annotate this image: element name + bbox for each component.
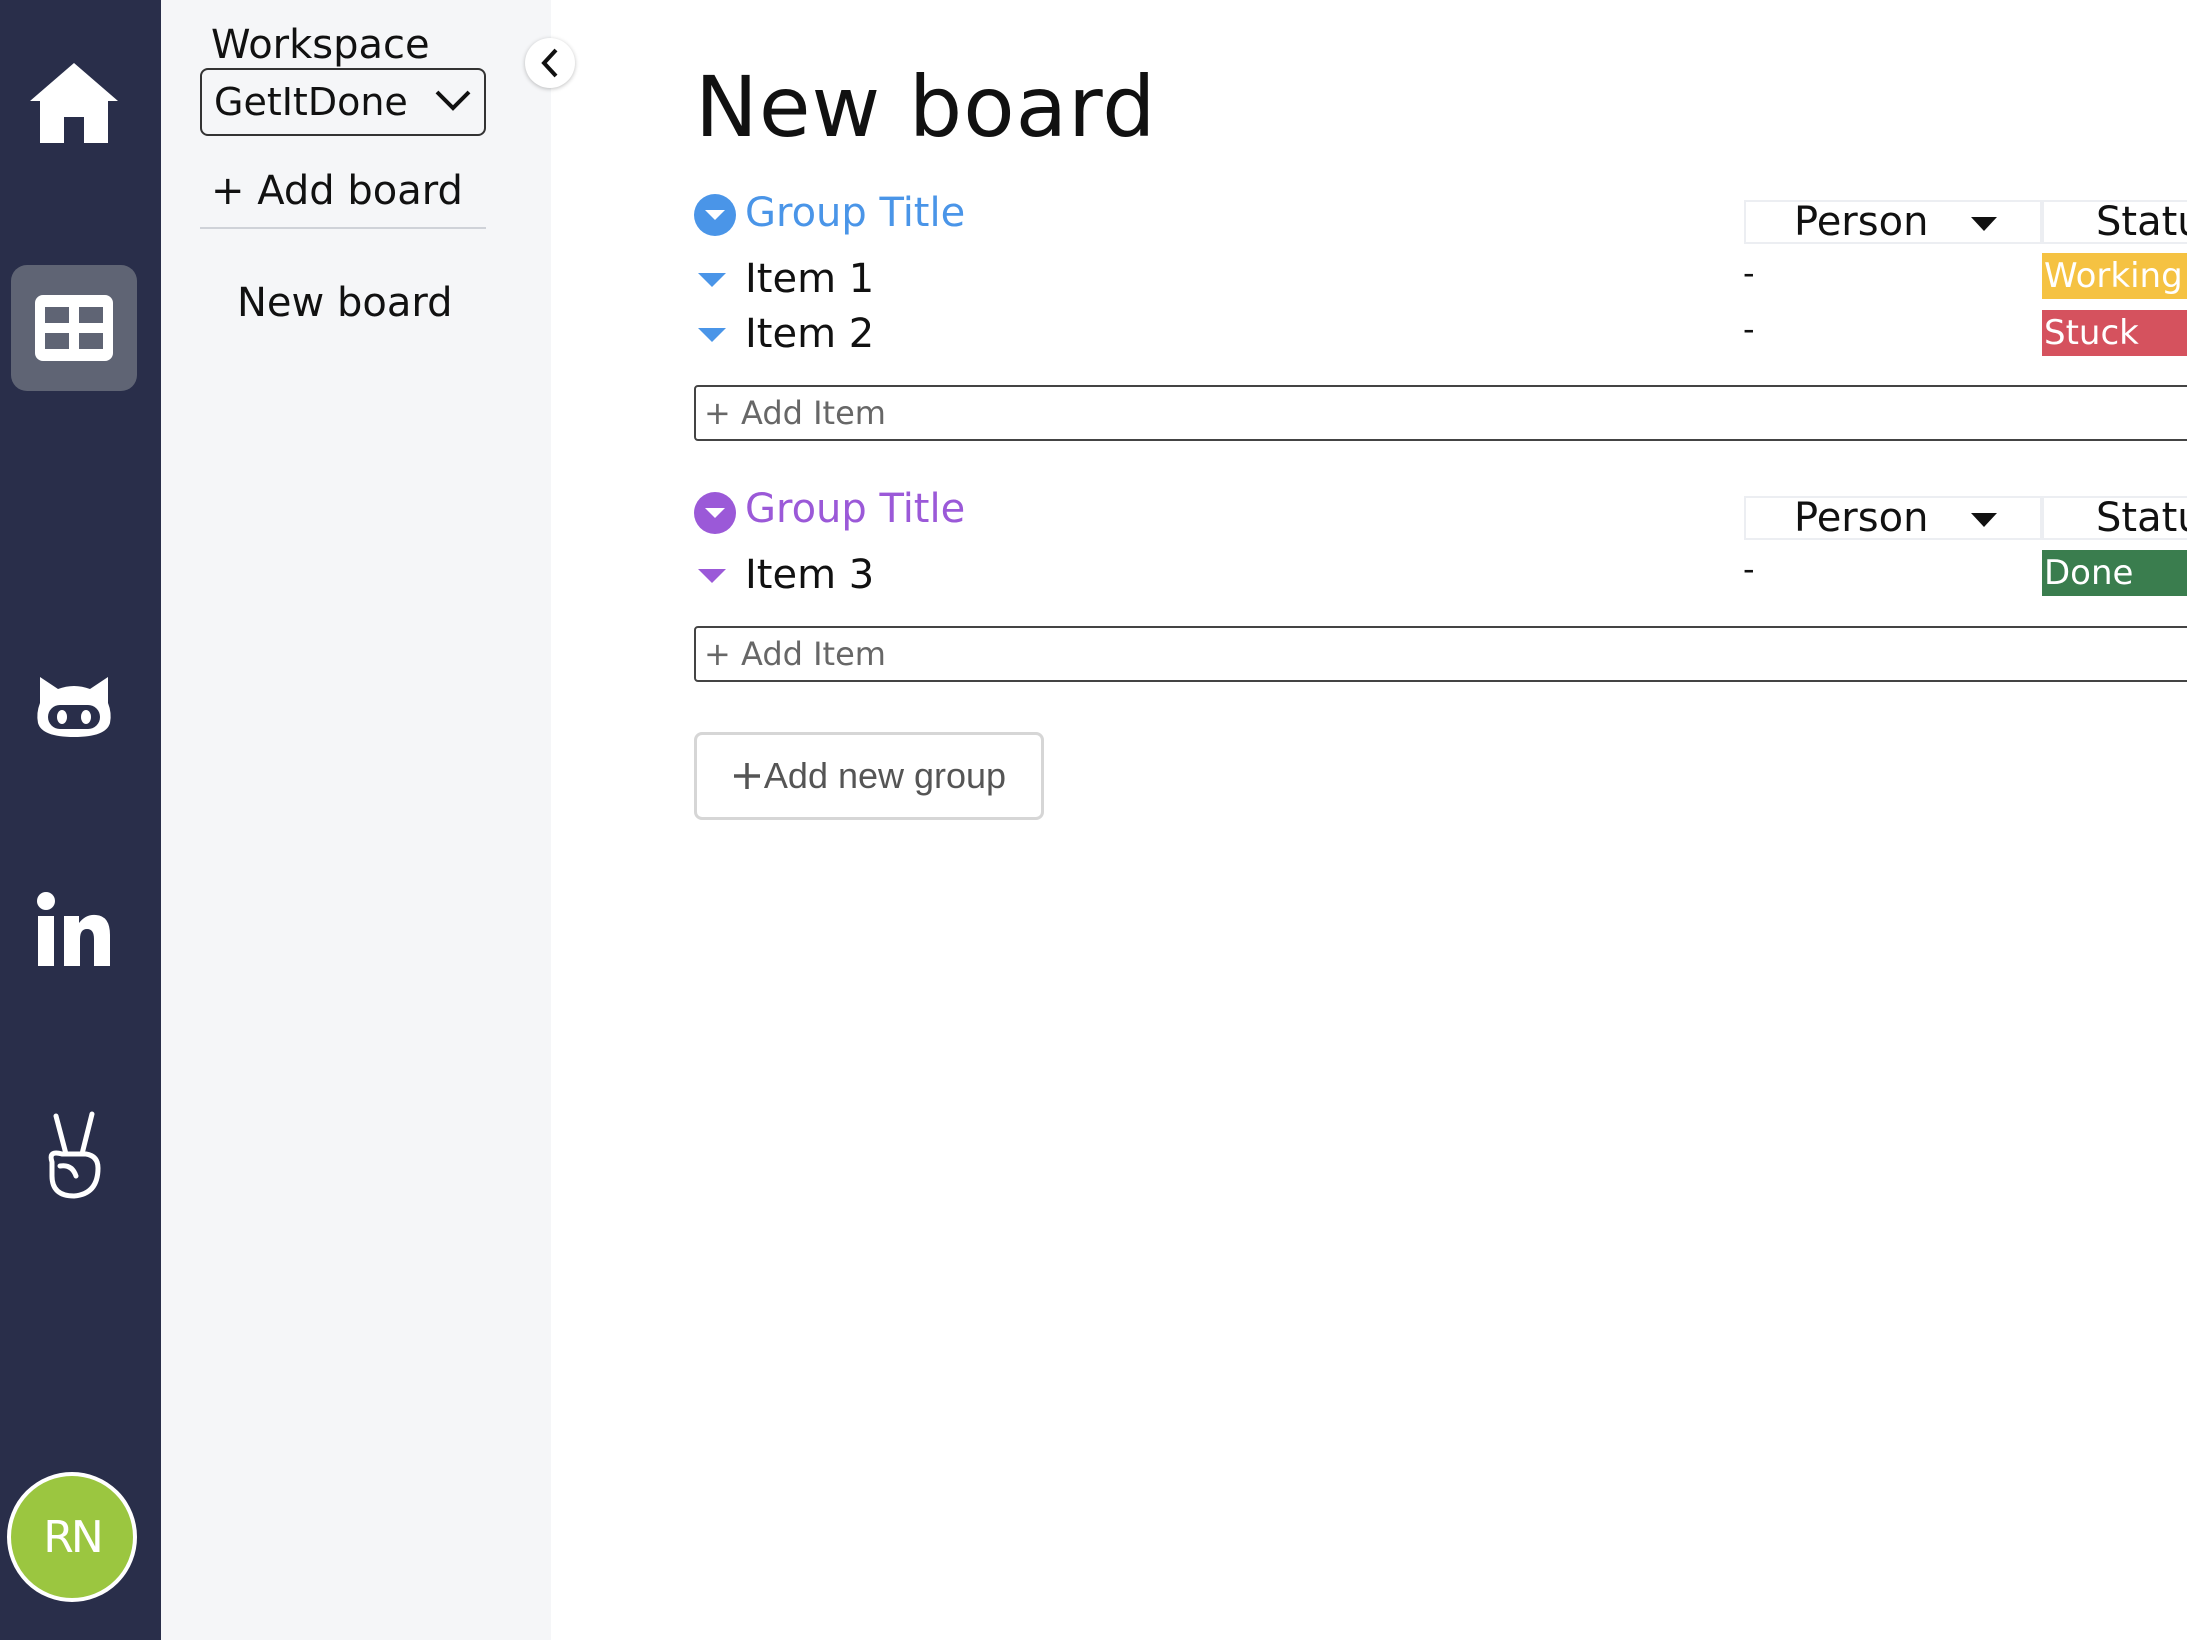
caret-down-icon[interactable] (1970, 512, 1998, 528)
caret-down-icon[interactable] (1970, 216, 1998, 232)
workspace-panel: Workspace GetItDone + Add board New boar… (161, 0, 551, 1640)
divider (200, 227, 486, 229)
user-avatar[interactable]: RN (7, 1472, 137, 1602)
person-value[interactable]: - (1743, 310, 1755, 348)
group-title[interactable]: Group Title (745, 190, 965, 236)
linkedin-icon (37, 892, 110, 966)
column-label: Person (1794, 495, 1929, 541)
workspace-label: Workspace (211, 22, 430, 68)
angellist-link[interactable] (11, 1092, 137, 1218)
column-label: Statu (2096, 200, 2187, 244)
home-button[interactable] (11, 40, 137, 166)
person-value[interactable]: - (1743, 254, 1755, 292)
item-expand-icon[interactable] (697, 568, 727, 584)
angellist-icon (48, 1111, 101, 1199)
item-name[interactable]: Item 3 (745, 552, 874, 598)
workspace-select[interactable]: GetItDone (200, 68, 486, 136)
chevron-down-icon (705, 210, 725, 220)
collapse-sidebar-button[interactable] (525, 38, 575, 88)
item-expand-icon[interactable] (697, 327, 727, 343)
grid-icon (35, 295, 113, 361)
github-link[interactable] (11, 643, 137, 769)
add-group-label: Add new group (763, 755, 1007, 796)
chevron-down-icon (705, 508, 725, 518)
add-item-input[interactable] (694, 385, 2187, 441)
column-label: Statu (2096, 496, 2187, 540)
column-label: Person (1794, 199, 1929, 245)
column-header-person: Person (1744, 199, 2042, 245)
avatar-initials: RN (43, 1511, 103, 1563)
item-name[interactable]: Item 2 (745, 311, 874, 357)
home-icon (30, 63, 118, 143)
group-collapse-toggle[interactable] (694, 492, 736, 534)
item-expand-icon[interactable] (697, 272, 727, 288)
chevron-down-icon (435, 90, 471, 111)
boards-button[interactable] (11, 265, 137, 391)
status-badge[interactable]: Stuck (2042, 310, 2187, 356)
add-group-button[interactable]: Add new group (694, 732, 1044, 820)
item-name[interactable]: Item 1 (745, 256, 874, 302)
workspace-value: GetItDone (214, 80, 408, 124)
github-icon (37, 677, 111, 737)
status-badge[interactable]: Done (2042, 550, 2187, 596)
column-header-status: Statu (2042, 200, 2187, 244)
plus-icon (733, 763, 760, 789)
add-board-button[interactable]: + Add board (211, 168, 463, 214)
column-header-person: Person (1744, 495, 2042, 541)
chevron-left-icon (541, 48, 558, 78)
linkedin-link[interactable] (11, 866, 137, 992)
app-rail: RN (0, 0, 161, 1640)
status-badge[interactable]: Working (2042, 253, 2187, 299)
group-collapse-toggle[interactable] (694, 194, 736, 236)
add-item-input[interactable] (694, 626, 2187, 682)
column-header-status: Statu (2042, 496, 2187, 540)
board-title: New board (695, 58, 1157, 156)
person-value[interactable]: - (1743, 550, 1755, 588)
sidebar-item-new-board[interactable]: New board (237, 280, 452, 326)
group-title[interactable]: Group Title (745, 486, 965, 532)
